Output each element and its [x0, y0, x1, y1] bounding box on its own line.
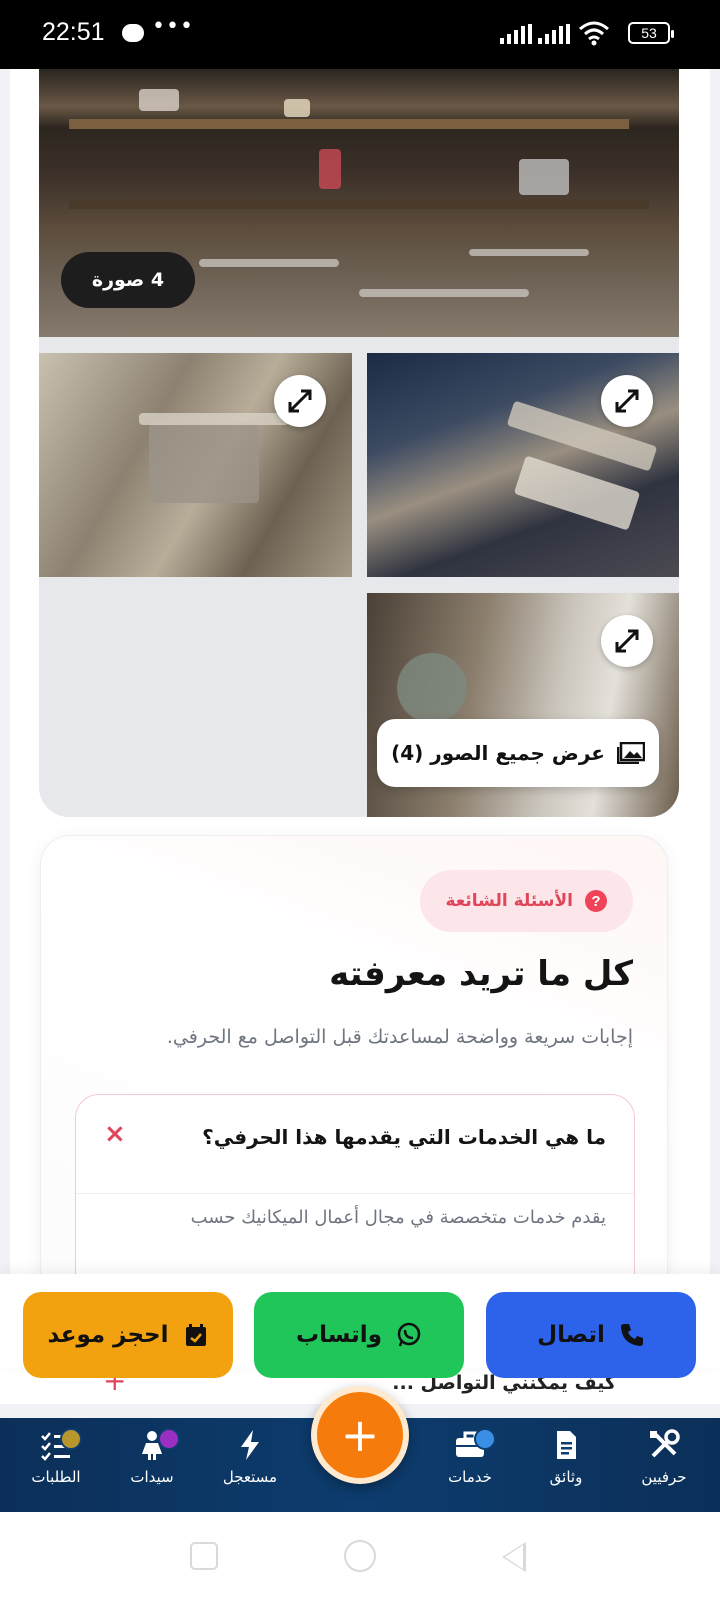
call-button[interactable]: اتصال	[486, 1292, 696, 1378]
expand-icon	[288, 389, 312, 413]
faq-badge: ? الأسئلة الشائعة	[419, 870, 633, 932]
status-time: 22:51	[42, 18, 105, 46]
more-notifications-icon: •••	[152, 14, 194, 39]
nav-label: خدمات	[448, 1468, 492, 1486]
faq-answer: يقدم خدمات متخصصة في مجال أعمال الميكاني…	[190, 1207, 606, 1228]
expand-icon	[615, 389, 639, 413]
question-icon: ?	[585, 890, 607, 912]
back-button[interactable]	[502, 1542, 526, 1572]
calendar-icon	[185, 1324, 206, 1346]
faq-title: كل ما تريد معرفته	[329, 954, 633, 994]
expand-photo-button[interactable]	[601, 615, 653, 667]
recents-button[interactable]	[190, 1542, 218, 1570]
photo-count-badge: 4 صورة	[61, 252, 195, 308]
faq-subtitle: إجابات سريعة وواضحة لمساعدتك قبل التواصل…	[166, 1026, 633, 1048]
nav-label: حرفيين	[641, 1468, 687, 1486]
system-navigation-bar	[0, 1512, 720, 1600]
expand-photo-button[interactable]	[274, 375, 326, 427]
nav-label: وثائق	[549, 1468, 583, 1486]
expand-photo-button[interactable]	[601, 375, 653, 427]
craftsman-profile-page: 4 صورة عرض جميع الصور (4) ? الأسئلة الشا…	[10, 69, 710, 1319]
gallery-main-photo[interactable]: 4 صورة	[39, 69, 679, 337]
book-label: احجز موعد	[47, 1322, 169, 1348]
status-bar: 22:51 ••• 53	[0, 0, 720, 69]
nav-item-services[interactable]: خدمات	[422, 1428, 518, 1508]
lightning-icon	[241, 1430, 259, 1460]
contact-action-bar: اتصال واتساب احجز موعد	[0, 1274, 720, 1378]
whatsapp-button[interactable]: واتساب	[254, 1292, 464, 1378]
faq-section: ? الأسئلة الشائعة كل ما تريد معرفته إجاب…	[40, 835, 668, 1319]
battery-icon: 53	[628, 22, 674, 44]
notification-dot	[60, 1428, 82, 1450]
home-button[interactable]	[344, 1540, 376, 1572]
notification-dot	[158, 1428, 180, 1450]
view-all-label: عرض جميع الصور (4)	[391, 741, 605, 765]
faq-question[interactable]: ما هي الخدمات التي يقدمها هذا الحرفي؟	[202, 1125, 606, 1149]
signal-icon	[500, 24, 534, 44]
nav-item-documents[interactable]: وثائق	[518, 1428, 614, 1508]
images-icon	[616, 742, 645, 764]
divider	[76, 1193, 634, 1194]
book-appointment-button[interactable]: احجز موعد	[23, 1292, 233, 1378]
notification-dot	[474, 1428, 496, 1450]
nav-item-craftsmen[interactable]: حرفيين	[616, 1428, 712, 1508]
nav-item-women[interactable]: سيدات	[104, 1428, 200, 1508]
gallery-photo-2[interactable]	[39, 353, 352, 577]
faq-badge-label: الأسئلة الشائعة	[445, 891, 574, 911]
whatsapp-icon	[397, 1322, 421, 1347]
nav-item-orders[interactable]: الطلبات	[8, 1428, 104, 1508]
nav-item-urgent[interactable]: مستعجل	[202, 1428, 298, 1508]
wifi-icon	[579, 21, 609, 46]
nav-label: سيدات	[130, 1468, 174, 1486]
document-icon	[557, 1431, 576, 1459]
expand-icon	[615, 629, 639, 653]
signal-icon-2	[538, 24, 572, 44]
phone-icon	[620, 1324, 643, 1346]
add-request-fab[interactable]: +	[311, 1386, 409, 1484]
whatsapp-label: واتساب	[296, 1322, 382, 1348]
message-notification-icon	[122, 24, 144, 42]
nav-label: مستعجل	[222, 1468, 278, 1486]
gallery-photo-3[interactable]	[367, 353, 679, 577]
tools-icon	[650, 1429, 680, 1458]
view-all-photos-button[interactable]: عرض جميع الصور (4)	[377, 719, 659, 787]
close-icon[interactable]: ×	[104, 1119, 126, 1149]
nav-label: الطلبات	[31, 1468, 81, 1486]
photo-gallery: 4 صورة عرض جميع الصور (4)	[39, 69, 679, 817]
call-label: اتصال	[537, 1322, 605, 1348]
